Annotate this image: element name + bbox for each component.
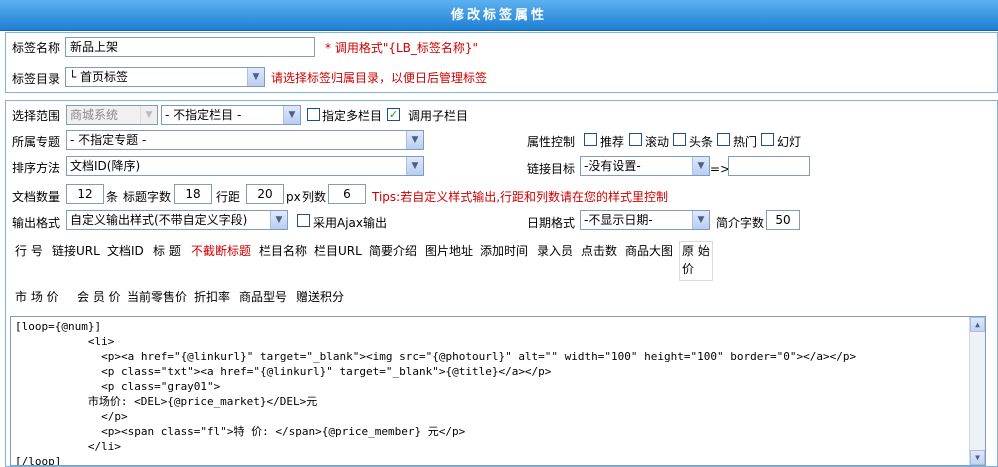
tag-button-title[interactable]: 标 题: [153, 241, 187, 261]
px-unit: px: [286, 190, 301, 204]
tag-button-doc-id[interactable]: 文档ID: [107, 241, 150, 261]
tag-button-row-number[interactable]: 行 号: [15, 241, 48, 261]
row-spacing-input[interactable]: 20: [246, 184, 284, 204]
page-title: 修改标签属性: [450, 8, 547, 23]
intro-length-input[interactable]: 50: [766, 210, 800, 230]
title-length-label: 标题字数: [123, 190, 172, 204]
chevron-down-icon: ▼: [406, 131, 423, 149]
tag-dir-select[interactable]: └ 首页标签 ▼: [65, 67, 265, 87]
chevron-down-icon: ▼: [692, 211, 709, 229]
attr-checkbox-recommend[interactable]: [584, 133, 597, 146]
sort-label: 排序方法: [12, 161, 61, 175]
scroll-up-icon[interactable]: ▲: [970, 317, 985, 332]
scope-label: 选择范围: [12, 109, 61, 123]
tag-dir-hint: 请选择标签归属目录，以便日后管理标签: [271, 71, 488, 85]
tag-button-original-price[interactable]: 原 始 价: [679, 241, 713, 281]
editor-scrollbar[interactable]: ▲ ▼: [969, 317, 985, 465]
attr-checkbox-scroll[interactable]: [629, 133, 642, 146]
column-value: - 不指定栏目 -: [165, 108, 242, 122]
tag-button-add-time[interactable]: 添加时间: [480, 241, 532, 261]
topic-select[interactable]: - 不指定专题 - ▼: [66, 130, 424, 150]
system-select: 商城系统 ▼: [66, 105, 158, 125]
multi-column-checkbox[interactable]: [307, 108, 320, 121]
tag-button-column-name[interactable]: 栏目名称: [259, 241, 311, 261]
ajax-label: 采用Ajax输出: [313, 216, 387, 230]
tag-name-hint: * 调用格式"{LB_标签名称}": [325, 41, 479, 55]
attr-hot-label: 热门: [733, 135, 758, 149]
sort-value: 文档ID(降序): [70, 159, 141, 173]
link-target-label: 链接目标: [527, 162, 576, 176]
chevron-down-icon: ▼: [247, 68, 264, 86]
tag-button-bonus-points[interactable]: 赠送积分: [296, 287, 348, 307]
attr-slide-label: 幻灯: [777, 135, 802, 149]
tag-button-full-title[interactable]: 不截断标题: [191, 241, 255, 261]
tag-dir-value: └ 首页标签: [69, 70, 129, 84]
link-target-value: -没有设置-: [584, 159, 641, 173]
sort-select[interactable]: 文档ID(降序) ▼: [66, 156, 424, 176]
sub-column-checkbox[interactable]: ✓: [387, 108, 400, 121]
page-header: 修改标签属性: [0, 0, 998, 31]
attr-checkbox-hot[interactable]: [717, 133, 730, 146]
template-code-editor[interactable]: [loop={@num}] <li> <p><a href="{@linkurl…: [10, 316, 986, 466]
ajax-checkbox[interactable]: [297, 214, 310, 227]
attr-recommend-label: 推荐: [600, 135, 625, 149]
topic-value: - 不指定专题 -: [70, 133, 147, 147]
intro-length-label: 简介字数: [716, 216, 765, 230]
tag-dir-label: 标签目录: [12, 72, 61, 86]
columns-label: 列数: [302, 190, 327, 204]
chevron-down-icon: ▼: [406, 157, 423, 175]
sub-column-label: 调用子栏目: [408, 109, 469, 123]
tag-button-retail-price[interactable]: 当前零售价: [127, 287, 190, 307]
chevron-down-icon: ▼: [692, 157, 709, 175]
column-select[interactable]: - 不指定栏目 - ▼: [161, 105, 301, 125]
output-format-label: 输出格式: [12, 216, 61, 230]
tag-name-label: 标签名称: [12, 41, 61, 55]
output-format-select[interactable]: 自定义输出样式(不带自定义字段) ▼: [66, 210, 288, 230]
date-format-select[interactable]: -不显示日期- ▼: [580, 210, 710, 230]
link-target-custom-input[interactable]: [728, 156, 810, 176]
tag-button-image-url[interactable]: 图片地址: [425, 241, 477, 261]
output-format-value: 自定义输出样式(不带自定义字段): [70, 213, 248, 227]
tag-button-intro[interactable]: 简要介绍: [369, 241, 421, 261]
chevron-down-icon: ▼: [140, 106, 157, 124]
columns-input[interactable]: 6: [328, 184, 366, 204]
tag-button-large-image[interactable]: 商品大图: [625, 241, 677, 261]
chevron-down-icon: ▼: [270, 211, 287, 229]
layout-tips: Tips:若自定义样式输出,行距和列数请在您的样式里控制: [372, 190, 669, 204]
attr-scroll-label: 滚动: [645, 135, 670, 149]
tag-button-model[interactable]: 商品型号: [239, 287, 291, 307]
tag-button-discount[interactable]: 折扣率: [194, 287, 234, 307]
tag-button-editor[interactable]: 录入员: [537, 241, 577, 261]
attr-label: 属性控制: [527, 135, 576, 149]
topic-label: 所属专题: [12, 135, 61, 149]
tag-button-member-price[interactable]: 会 员 价: [77, 287, 124, 307]
doc-count-label: 文档数量: [12, 190, 61, 204]
chevron-down-icon: ▼: [283, 106, 300, 124]
tag-button-link-url[interactable]: 链接URL: [52, 241, 104, 261]
tag-button-original-line1: 原 始: [682, 244, 710, 258]
link-target-select[interactable]: -没有设置- ▼: [580, 156, 710, 176]
attr-checkbox-slide[interactable]: [761, 133, 774, 146]
tag-button-market-price[interactable]: 市 场 价: [15, 287, 74, 307]
system-value: 商城系统: [70, 108, 119, 122]
tag-button-original-line2: 价: [682, 262, 695, 276]
title-length-input[interactable]: 18: [174, 184, 212, 204]
row-spacing-label: 行距: [216, 190, 241, 204]
doc-count-unit: 条: [106, 190, 119, 204]
tag-button-hits[interactable]: 点击数: [581, 241, 621, 261]
attr-checkbox-headline[interactable]: [673, 133, 686, 146]
tag-name-input[interactable]: 新品上架: [65, 37, 315, 57]
doc-count-input[interactable]: 12: [66, 184, 104, 204]
attr-headline-label: 头条: [689, 135, 714, 149]
multi-column-label: 指定多栏目: [322, 109, 383, 123]
tag-button-column-url[interactable]: 栏目URL: [314, 241, 365, 261]
date-format-value: -不显示日期-: [584, 213, 653, 227]
scroll-down-icon[interactable]: ▼: [970, 450, 985, 465]
template-code: [loop={@num}] <li> <p><a href="{@linkurl…: [15, 320, 857, 466]
date-format-label: 日期格式: [527, 216, 576, 230]
